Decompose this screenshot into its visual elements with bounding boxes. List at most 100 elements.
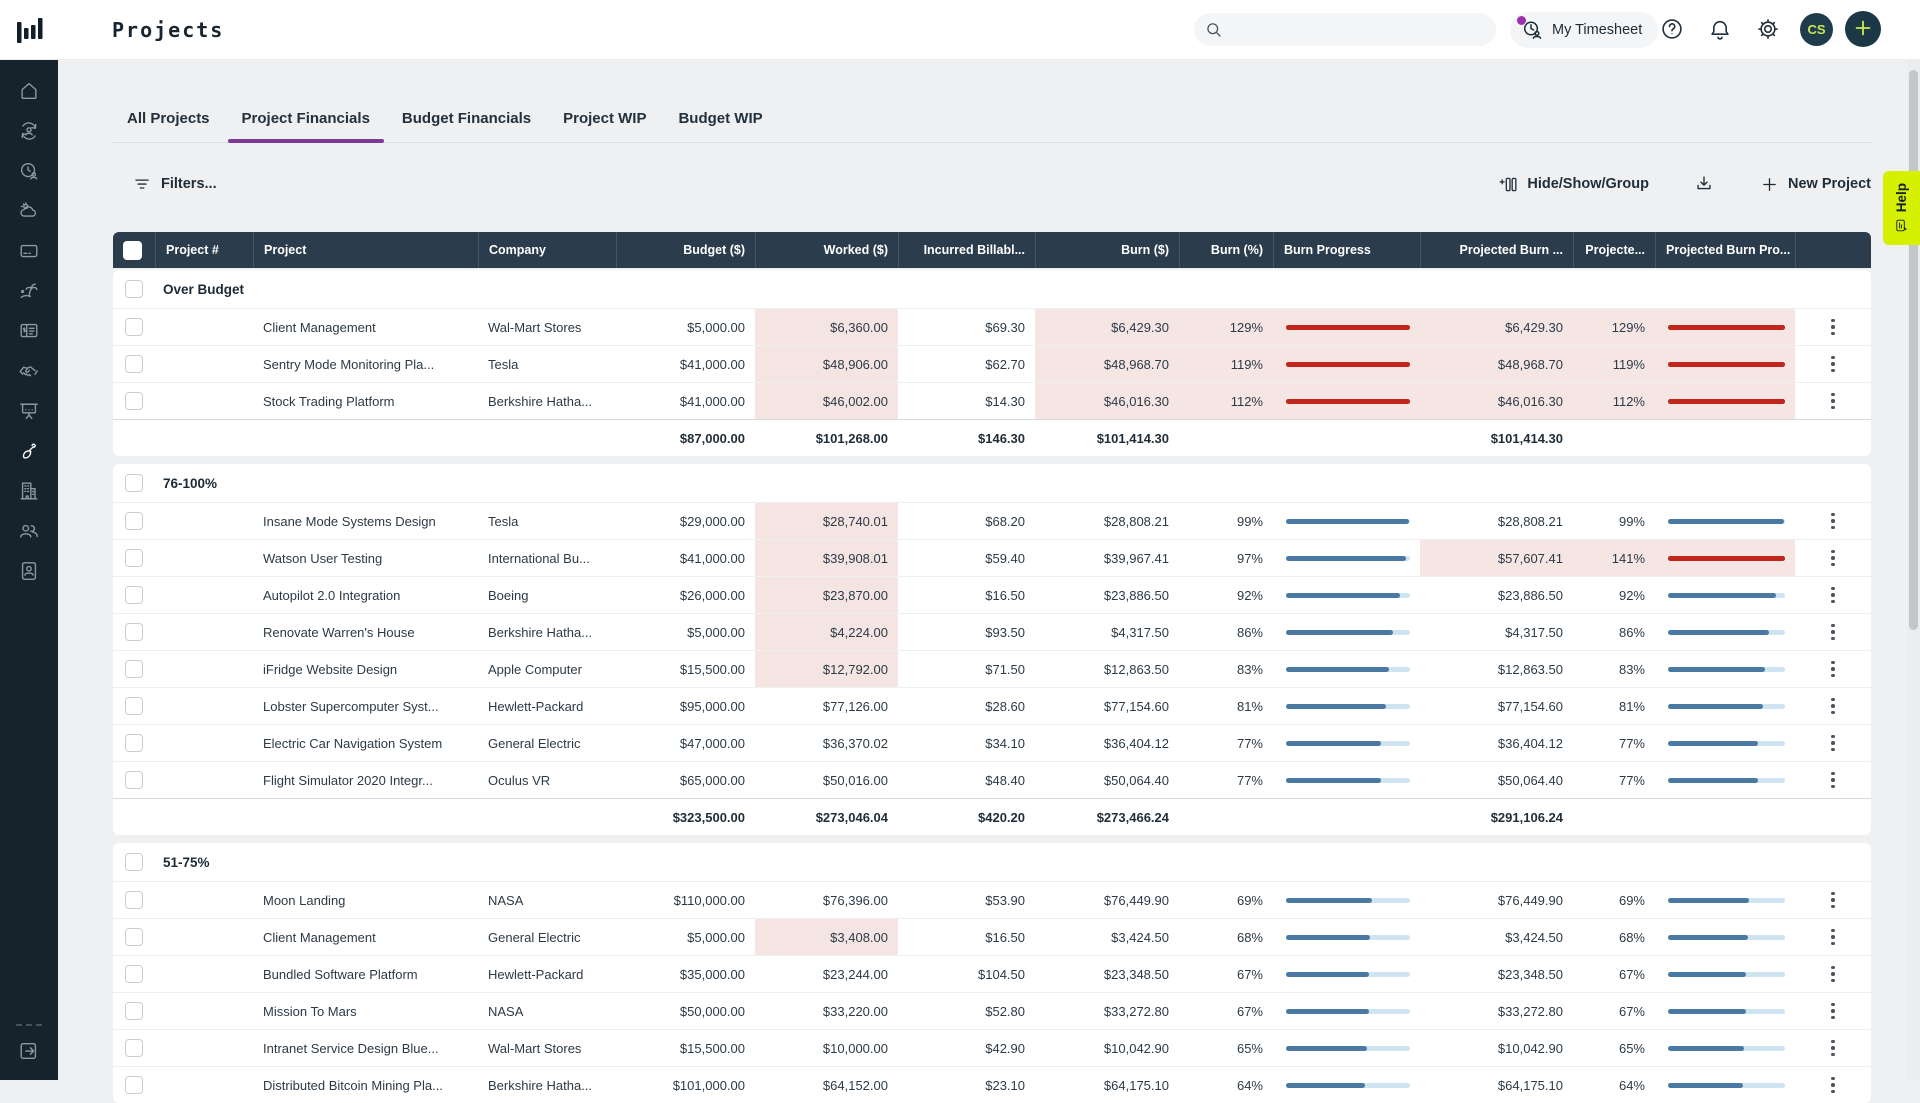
column-header-select[interactable]	[113, 232, 155, 268]
tab-project-financials[interactable]: Project Financials	[228, 94, 384, 142]
search-bar[interactable]	[1194, 13, 1496, 46]
row-menu-icon[interactable]	[1827, 768, 1839, 793]
home-icon[interactable]	[18, 80, 40, 102]
row-checkbox[interactable]	[125, 928, 143, 946]
help-tab[interactable]: Help	[1883, 171, 1920, 245]
column-header-burn_bar[interactable]: Burn Progress	[1273, 232, 1420, 268]
scrollbar-thumb[interactable]	[1909, 70, 1918, 630]
profile-card-icon[interactable]	[18, 560, 40, 582]
row-menu-icon[interactable]	[1827, 888, 1839, 913]
row-menu-icon[interactable]	[1827, 1073, 1839, 1098]
hide-show-group-button[interactable]: Hide/Show/Group	[1498, 174, 1649, 195]
column-header-burn[interactable]: Burn ($)	[1035, 232, 1179, 268]
collapse-arrow-icon[interactable]	[18, 1040, 40, 1062]
row-menu-icon[interactable]	[1827, 389, 1839, 414]
group-checkbox[interactable]	[125, 280, 143, 298]
new-project-button[interactable]: New Project	[1759, 174, 1871, 195]
people-group-icon[interactable]	[18, 520, 40, 542]
row-checkbox[interactable]	[125, 771, 143, 789]
column-header-budget[interactable]: Budget ($)	[616, 232, 755, 268]
project-name-cell[interactable]: Stock Trading Platform	[253, 383, 478, 419]
column-header-incurred[interactable]: Incurred Billabl...	[898, 232, 1035, 268]
project-name-cell[interactable]: Autopilot 2.0 Integration	[253, 577, 478, 613]
project-name-cell[interactable]: Client Management	[253, 309, 478, 345]
bell-icon[interactable]	[1700, 10, 1740, 50]
time-person-icon[interactable]	[18, 160, 40, 182]
organisations-building-icon[interactable]	[18, 480, 40, 502]
row-checkbox[interactable]	[125, 660, 143, 678]
row-checkbox[interactable]	[125, 623, 143, 641]
row-menu-icon[interactable]	[1827, 620, 1839, 645]
download-icon[interactable]	[1693, 173, 1715, 195]
column-header-proj_pct[interactable]: Projecte...	[1573, 232, 1655, 268]
row-checkbox[interactable]	[125, 1076, 143, 1094]
add-new-button[interactable]	[1845, 11, 1881, 47]
project-name-cell[interactable]: Mission To Mars	[253, 993, 478, 1029]
row-checkbox[interactable]	[125, 1002, 143, 1020]
row-checkbox[interactable]	[125, 512, 143, 530]
column-header-actions[interactable]	[1795, 232, 1871, 268]
row-menu-icon[interactable]	[1827, 352, 1839, 377]
row-checkbox[interactable]	[125, 318, 143, 336]
row-menu-icon[interactable]	[1827, 546, 1839, 571]
row-menu-icon[interactable]	[1827, 731, 1839, 756]
avatar[interactable]: CS	[1800, 13, 1833, 46]
row-menu-icon[interactable]	[1827, 583, 1839, 608]
filters-button[interactable]: Filters...	[132, 174, 217, 195]
row-menu-icon[interactable]	[1827, 925, 1839, 950]
project-name-cell[interactable]: Flight Simulator 2020 Integr...	[253, 762, 478, 798]
help-icon[interactable]	[1652, 10, 1692, 50]
column-header-number[interactable]: Project #	[155, 232, 253, 268]
column-header-proj_bar[interactable]: Projected Burn Pro...	[1655, 232, 1795, 268]
row-checkbox[interactable]	[125, 734, 143, 752]
resourcing-sync-icon[interactable]	[18, 120, 40, 142]
row-menu-icon[interactable]	[1827, 657, 1839, 682]
project-name-cell[interactable]: iFridge Website Design	[253, 651, 478, 687]
projects-shovel-icon[interactable]	[18, 440, 40, 462]
leave-palm-icon[interactable]	[18, 280, 40, 302]
project-name-cell[interactable]: Bundled Software Platform	[253, 956, 478, 992]
row-checkbox[interactable]	[125, 891, 143, 909]
group-checkbox[interactable]	[125, 474, 143, 492]
row-menu-icon[interactable]	[1827, 1036, 1839, 1061]
column-header-project[interactable]: Project	[253, 232, 478, 268]
project-name-cell[interactable]: Sentry Mode Monitoring Pla...	[253, 346, 478, 382]
project-name-cell[interactable]: Intranet Service Design Blue...	[253, 1030, 478, 1066]
row-menu-icon[interactable]	[1827, 962, 1839, 987]
project-name-cell[interactable]: Client Management	[253, 919, 478, 955]
row-checkbox[interactable]	[125, 1039, 143, 1057]
forecast-cloud-icon[interactable]	[18, 200, 40, 222]
column-header-company[interactable]: Company	[478, 232, 616, 268]
tab-budget-wip[interactable]: Budget WIP	[664, 94, 776, 142]
column-header-burn_pct[interactable]: Burn (%)	[1179, 232, 1273, 268]
select-all-checkbox[interactable]	[123, 241, 142, 260]
column-header-proj_burn[interactable]: Projected Burn ...	[1420, 232, 1573, 268]
search-input[interactable]	[1232, 22, 1486, 38]
tab-project-wip[interactable]: Project WIP	[549, 94, 660, 142]
row-checkbox[interactable]	[125, 549, 143, 567]
row-checkbox[interactable]	[125, 392, 143, 410]
project-name-cell[interactable]: Lobster Supercomputer Syst...	[253, 688, 478, 724]
row-menu-icon[interactable]	[1827, 509, 1839, 534]
row-checkbox[interactable]	[125, 697, 143, 715]
column-header-worked[interactable]: Worked ($)	[755, 232, 898, 268]
reports-presentation-icon[interactable]	[18, 400, 40, 422]
row-checkbox[interactable]	[125, 965, 143, 983]
row-menu-icon[interactable]	[1827, 315, 1839, 340]
project-name-cell[interactable]: Insane Mode Systems Design	[253, 503, 478, 539]
billing-card-icon[interactable]	[18, 240, 40, 262]
my-timesheet-button[interactable]: My Timesheet	[1510, 12, 1658, 48]
invoices-icon[interactable]	[18, 320, 40, 342]
group-checkbox[interactable]	[125, 853, 143, 871]
project-name-cell[interactable]: Electric Car Navigation System	[253, 725, 478, 761]
row-checkbox[interactable]	[125, 355, 143, 373]
project-name-cell[interactable]: Watson User Testing	[253, 540, 478, 576]
tab-all-projects[interactable]: All Projects	[113, 94, 224, 142]
project-name-cell[interactable]: Renovate Warren's House	[253, 614, 478, 650]
project-name-cell[interactable]: Distributed Bitcoin Mining Pla...	[253, 1067, 478, 1103]
partners-handshake-icon[interactable]	[18, 360, 40, 382]
row-checkbox[interactable]	[125, 586, 143, 604]
project-name-cell[interactable]: Moon Landing	[253, 882, 478, 918]
gear-icon[interactable]	[1748, 10, 1788, 50]
row-menu-icon[interactable]	[1827, 694, 1839, 719]
